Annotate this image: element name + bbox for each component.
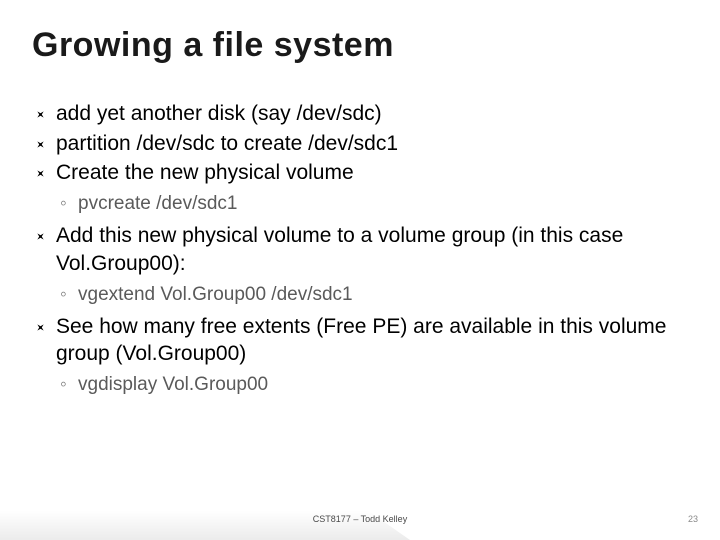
sub-bullet-text: pvcreate /dev/sdc1 [78,193,237,214]
bullet-item: Add this new physical volume to a volume… [36,222,680,277]
bullet-text: add yet another disk (say /dev/sdc) [56,102,382,125]
bullet-text: Add this new physical volume to a volume… [56,224,623,275]
bullet-text: partition /dev/sdc to create /dev/sdc1 [56,132,398,155]
sub-bullet-text: vgdisplay Vol.Group00 [78,374,268,395]
sub-bullet-item: vgextend Vol.Group00 /dev/sdc1 [36,282,680,307]
sub-bullet-item: vgdisplay Vol.Group00 [36,372,680,397]
bullet-item: add yet another disk (say /dev/sdc) [36,100,680,128]
bullet-item: Create the new physical volume [36,159,680,187]
bullet-item: partition /dev/sdc to create /dev/sdc1 [36,130,680,158]
bullet-item: See how many free extents (Free PE) are … [36,313,680,368]
page-number: 23 [688,514,698,524]
slide-title: Growing a file system [32,26,394,65]
sub-bullet-text: vgextend Vol.Group00 /dev/sdc1 [78,284,353,305]
sub-bullet-item: pvcreate /dev/sdc1 [36,191,680,216]
slide: Growing a file system add yet another di… [0,0,720,540]
footer-center-text: CST8177 – Todd Kelley [0,514,720,524]
bullet-text: See how many free extents (Free PE) are … [56,315,666,366]
bullet-text: Create the new physical volume [56,161,354,184]
slide-content: add yet another disk (say /dev/sdc) part… [36,100,680,403]
